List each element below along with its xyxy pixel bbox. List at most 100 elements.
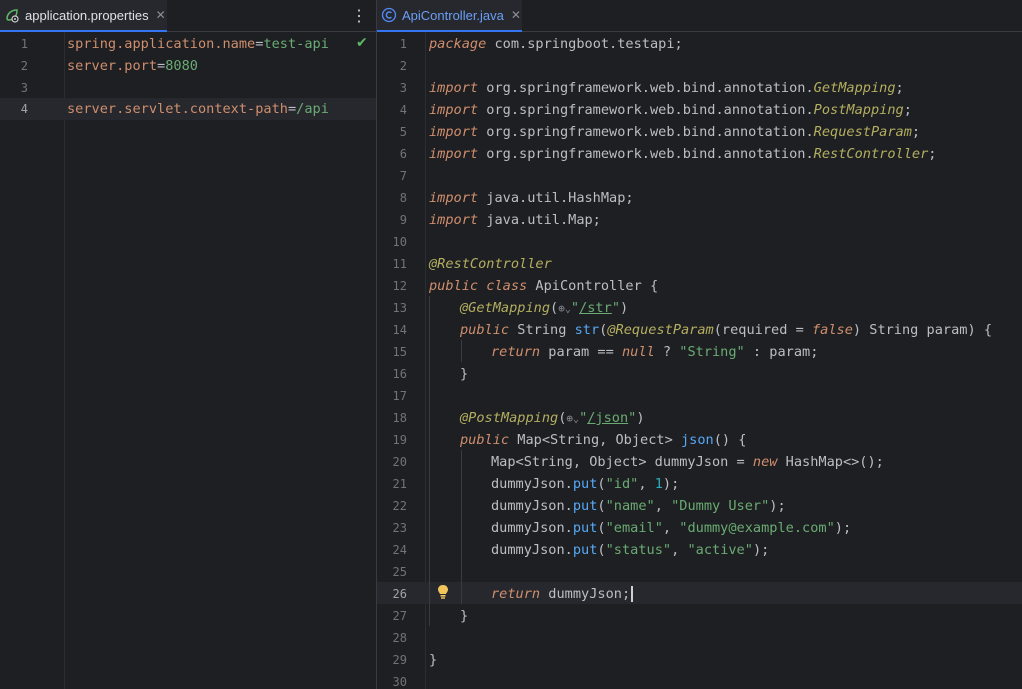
code-line: import org.springframework.web.bind.anno… <box>429 77 1022 99</box>
import-path: java.util.Map; <box>478 212 601 228</box>
keyword: new <box>752 454 778 470</box>
equals-sign: = <box>287 101 297 117</box>
line-number: 18 <box>392 411 407 425</box>
keyword: public <box>460 432 510 448</box>
indent-guide <box>461 340 462 362</box>
keyword: null <box>621 344 655 360</box>
import-path: org.springframework.web.bind.annotation. <box>478 102 814 118</box>
code-line: return param == null ? "String" : param; <box>491 341 1022 363</box>
line-number: 16 <box>392 367 407 381</box>
comma: , <box>662 520 680 536</box>
import-class: GetMapping <box>813 80 896 96</box>
tab-api-controller[interactable]: ApiController.java ✕ <box>377 0 522 32</box>
string-literal: "dummy@example.com" <box>679 520 835 536</box>
code-line: } <box>460 363 1022 385</box>
more-options-icon[interactable]: ⋮ <box>351 6 367 26</box>
code-line: import org.springframework.web.bind.anno… <box>429 121 1022 143</box>
line-number: 7 <box>399 169 407 183</box>
import-class: RequestParam <box>813 124 912 140</box>
line-number: 8 <box>399 191 407 205</box>
keyword: return <box>491 344 541 360</box>
properties-editor-pane: application.properties ✕ ⋮ 1 2 3 4 sprin… <box>0 0 376 689</box>
method-name: str <box>574 322 600 338</box>
line-number: 3 <box>399 81 407 95</box>
lightbulb-icon[interactable] <box>437 584 449 604</box>
expression: param == <box>540 344 622 360</box>
code-line: @RestController <box>429 253 1022 275</box>
method-tail: () { <box>713 432 747 448</box>
tab-label: ApiController.java <box>402 7 504 23</box>
line-number: 4 <box>20 102 28 116</box>
paren: ( <box>597 520 606 536</box>
keyword: import <box>429 212 479 228</box>
property-key: spring.application.name <box>67 36 256 52</box>
line-number: 11 <box>392 257 407 271</box>
keyword: import <box>429 146 479 162</box>
code-line: spring.application.name=test-api <box>67 33 376 55</box>
import-path: org.springframework.web.bind.annotation. <box>478 124 814 140</box>
variable: dummyJson. <box>491 476 573 492</box>
code-line: dummyJson.put("email", "dummy@example.co… <box>491 517 1022 539</box>
line-number: 5 <box>399 125 407 139</box>
line-number: 20 <box>392 455 407 469</box>
string-literal: "email" <box>605 520 663 536</box>
tab-application-properties[interactable]: application.properties ✕ <box>0 0 167 32</box>
code-line: Map<String, Object> dummyJson = new Hash… <box>491 451 1022 473</box>
line-number: 4 <box>399 103 407 117</box>
close-icon[interactable]: ✕ <box>156 8 166 22</box>
endpoint-link[interactable]: /str <box>579 300 612 316</box>
line-number: 2 <box>20 59 28 73</box>
code-line: public Map<String, Object> json() { <box>460 429 1022 451</box>
code-line: package com.springboot.testapi; <box>429 33 1022 55</box>
class-declaration: ApiController { <box>527 278 659 294</box>
string-literal: "name" <box>605 498 655 514</box>
line-number: 1 <box>20 37 28 51</box>
java-class-icon <box>381 7 397 23</box>
line-number: 2 <box>399 59 407 73</box>
checkmark-icon: ✔ <box>356 35 368 51</box>
code-line: } <box>429 649 1022 671</box>
property-key: server.port <box>67 58 158 74</box>
line-number: 24 <box>392 543 407 557</box>
code-line: return dummyJson; <box>491 583 1022 605</box>
line-number: 27 <box>392 609 407 623</box>
line-number: 19 <box>392 433 407 447</box>
line-number: 12 <box>392 279 407 293</box>
variable: dummyJson. <box>491 542 573 558</box>
method-name: json <box>680 432 714 448</box>
java-editor-pane: ApiController.java ✕ 1 2 3 4 5 6 7 8 9 10 11 12 13 14… <box>377 0 1022 689</box>
left-tab-bar: application.properties ✕ ⋮ <box>0 0 376 32</box>
annotation: @GetMapping <box>460 300 551 316</box>
code-line: @GetMapping(⊕⌄"/str") <box>460 297 1022 319</box>
paren: ); <box>662 476 680 492</box>
close-icon[interactable]: ✕ <box>511 8 521 22</box>
comma: , <box>654 498 672 514</box>
paren: ( <box>597 542 606 558</box>
paren: ) <box>636 410 645 426</box>
right-tab-bar: ApiController.java ✕ <box>377 0 1022 32</box>
line-number: 22 <box>392 499 407 513</box>
line-number: 21 <box>392 477 407 491</box>
string-literal: "Dummy User" <box>671 498 770 514</box>
import-path: java.util.HashMap; <box>478 190 634 206</box>
quote: " <box>611 300 620 316</box>
line-number: 13 <box>392 301 407 315</box>
method-call: put <box>572 498 598 514</box>
property-value: 8080 <box>165 58 198 74</box>
variable: dummyJson. <box>491 520 573 536</box>
method-call: put <box>572 520 598 536</box>
annotation: @RestController <box>429 256 552 272</box>
paren: ); <box>752 542 770 558</box>
paren: ) <box>620 300 629 316</box>
globe-icon[interactable]: ⊕ <box>558 302 565 315</box>
variable: dummyJson. <box>491 498 573 514</box>
semicolon: ; <box>895 80 904 96</box>
code-line: @PostMapping(⊕⌄"/json") <box>460 407 1022 429</box>
expression: ? <box>654 344 680 360</box>
line-number: 9 <box>399 213 407 227</box>
string-literal: "id" <box>605 476 639 492</box>
endpoint-link[interactable]: /json <box>587 410 628 426</box>
paren: ( <box>597 498 606 514</box>
line-number: 30 <box>392 675 407 689</box>
line-number: 17 <box>392 389 407 403</box>
